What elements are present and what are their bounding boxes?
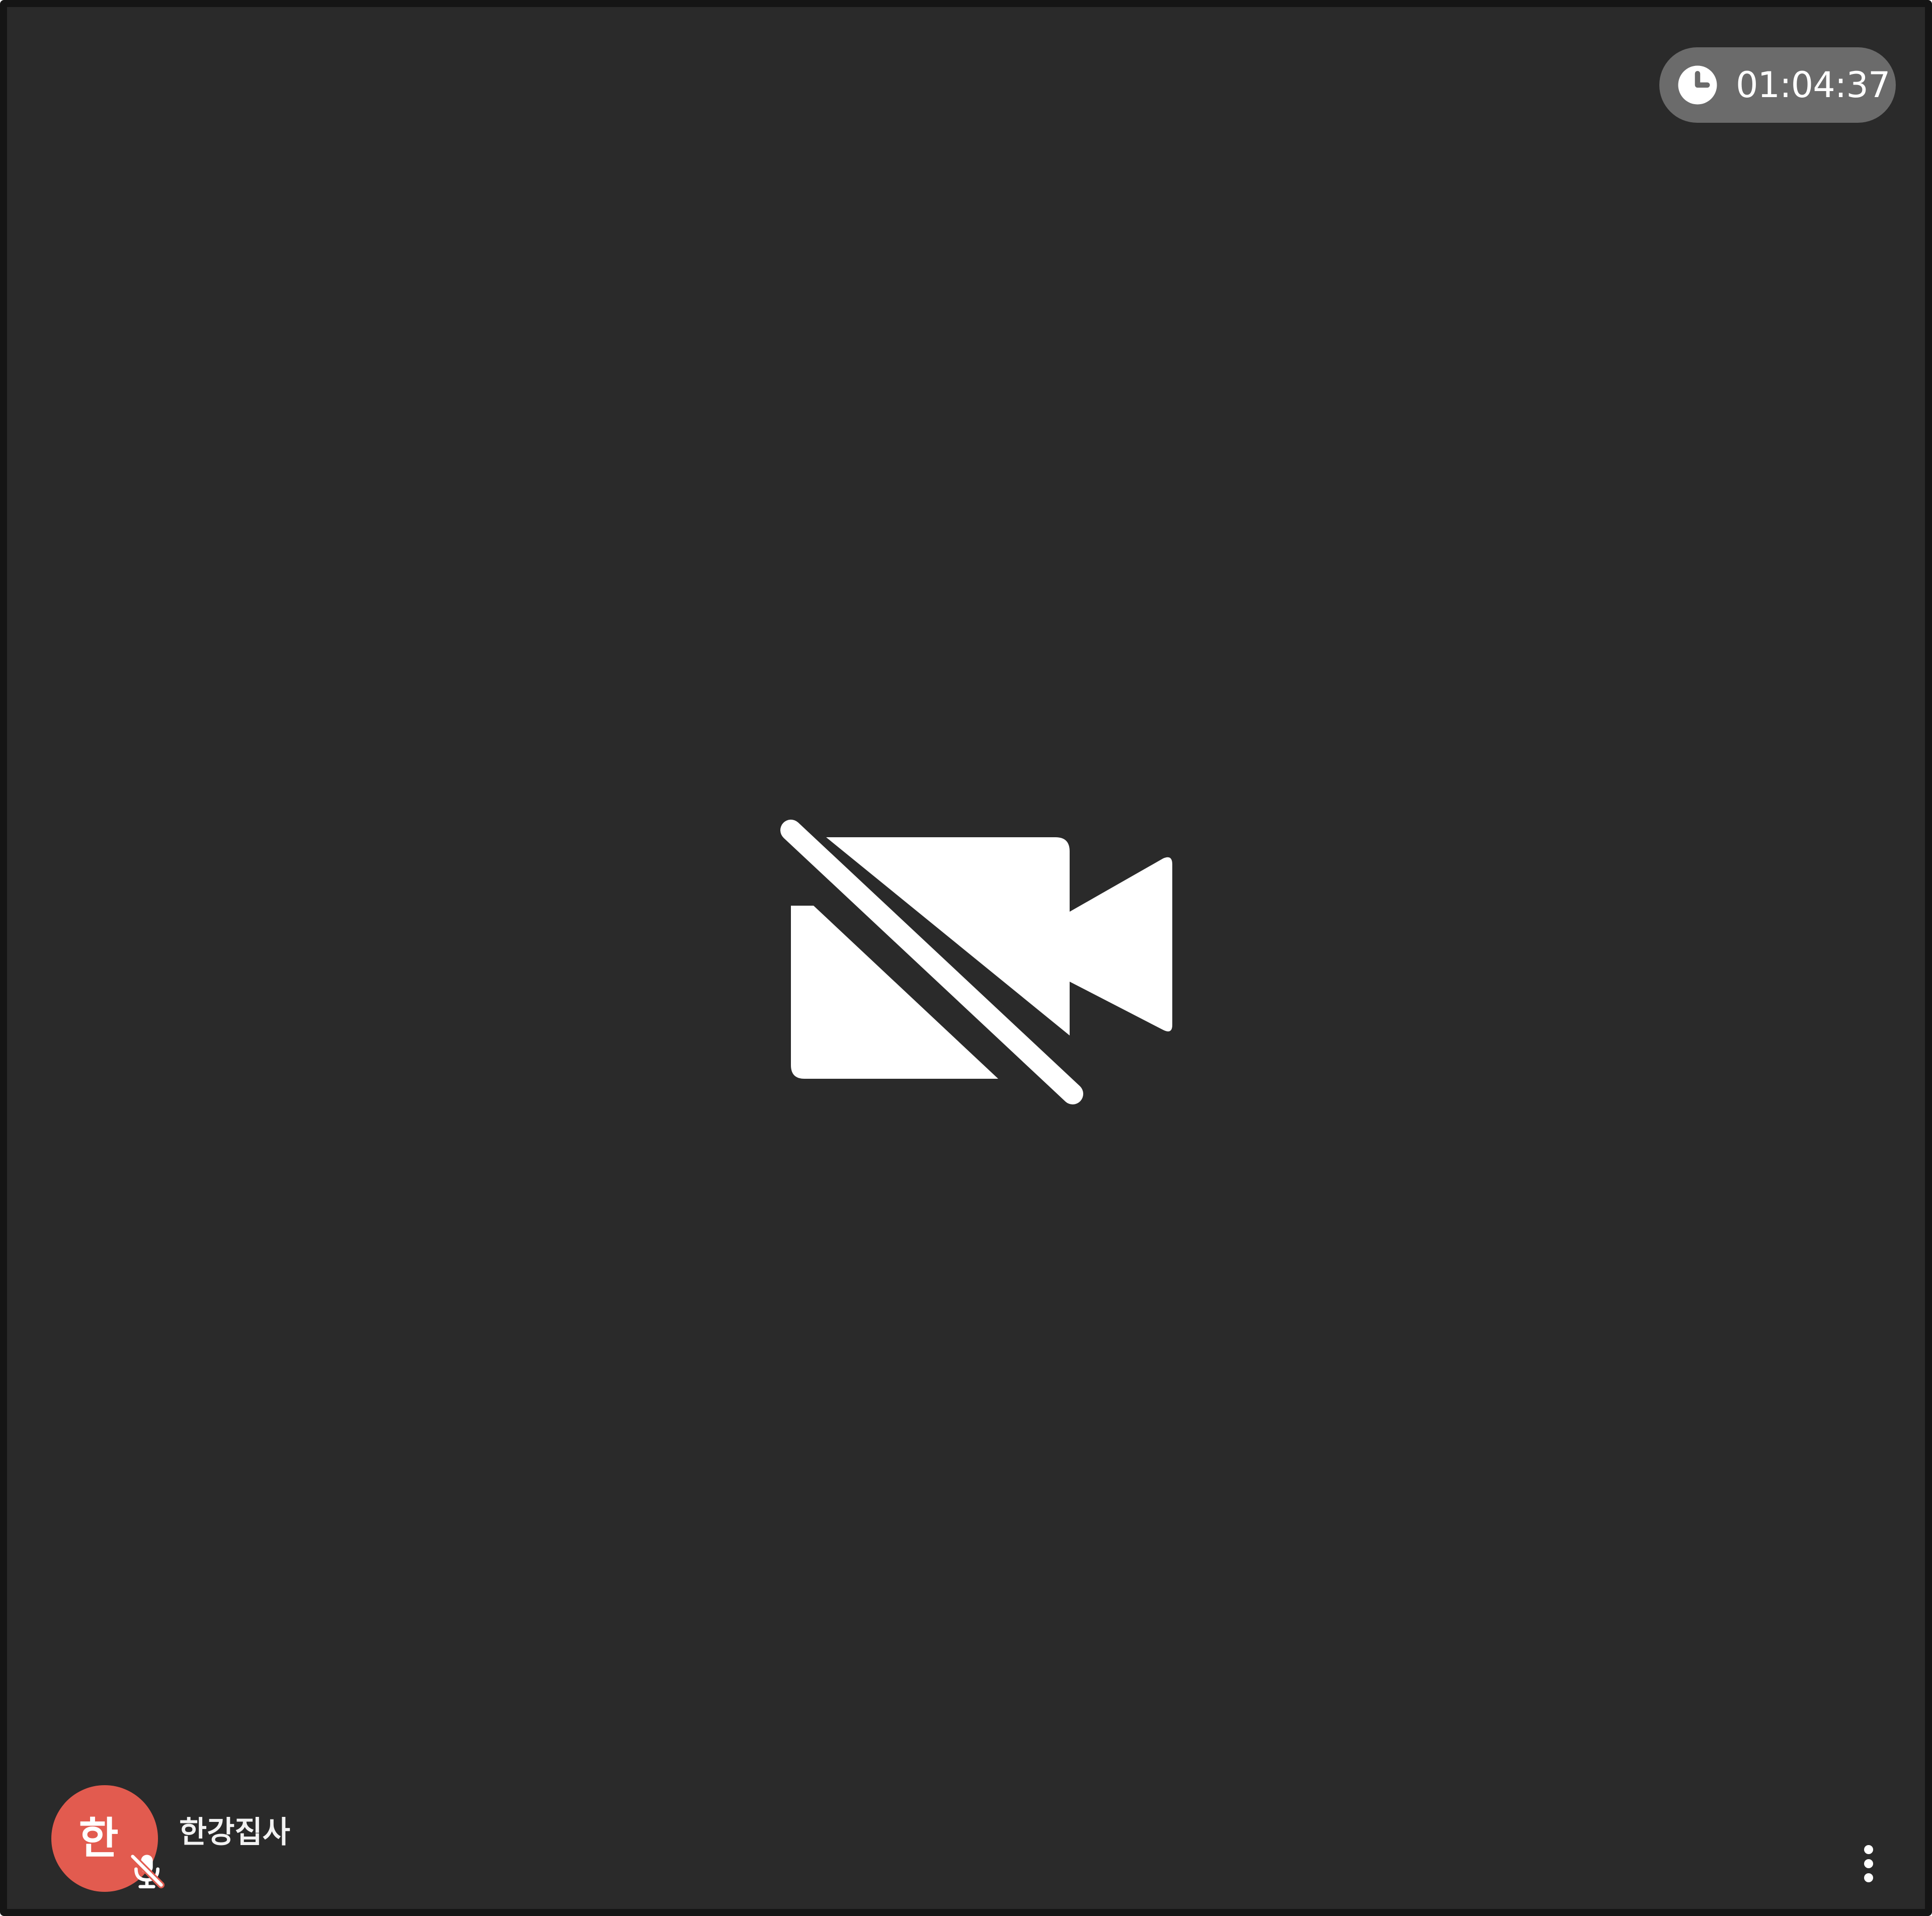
clock-icon [1678, 65, 1717, 105]
more-options-button[interactable] [1848, 1839, 1889, 1889]
participant-name: 한강집사 [179, 1815, 290, 1850]
mic-off-icon [129, 1853, 165, 1888]
video-tile: 01:04:37 한 한강집사 [0, 0, 1932, 1916]
more-vertical-icon [1864, 1845, 1873, 1882]
avatar-initial: 한 [78, 1813, 119, 1864]
call-timer: 01:04:37 [1659, 47, 1896, 123]
participant-info: 한 한강집사 [51, 1785, 290, 1892]
video-off-icon [774, 817, 1172, 1110]
elapsed-time: 01:04:37 [1736, 64, 1890, 106]
avatar: 한 [51, 1785, 165, 1892]
